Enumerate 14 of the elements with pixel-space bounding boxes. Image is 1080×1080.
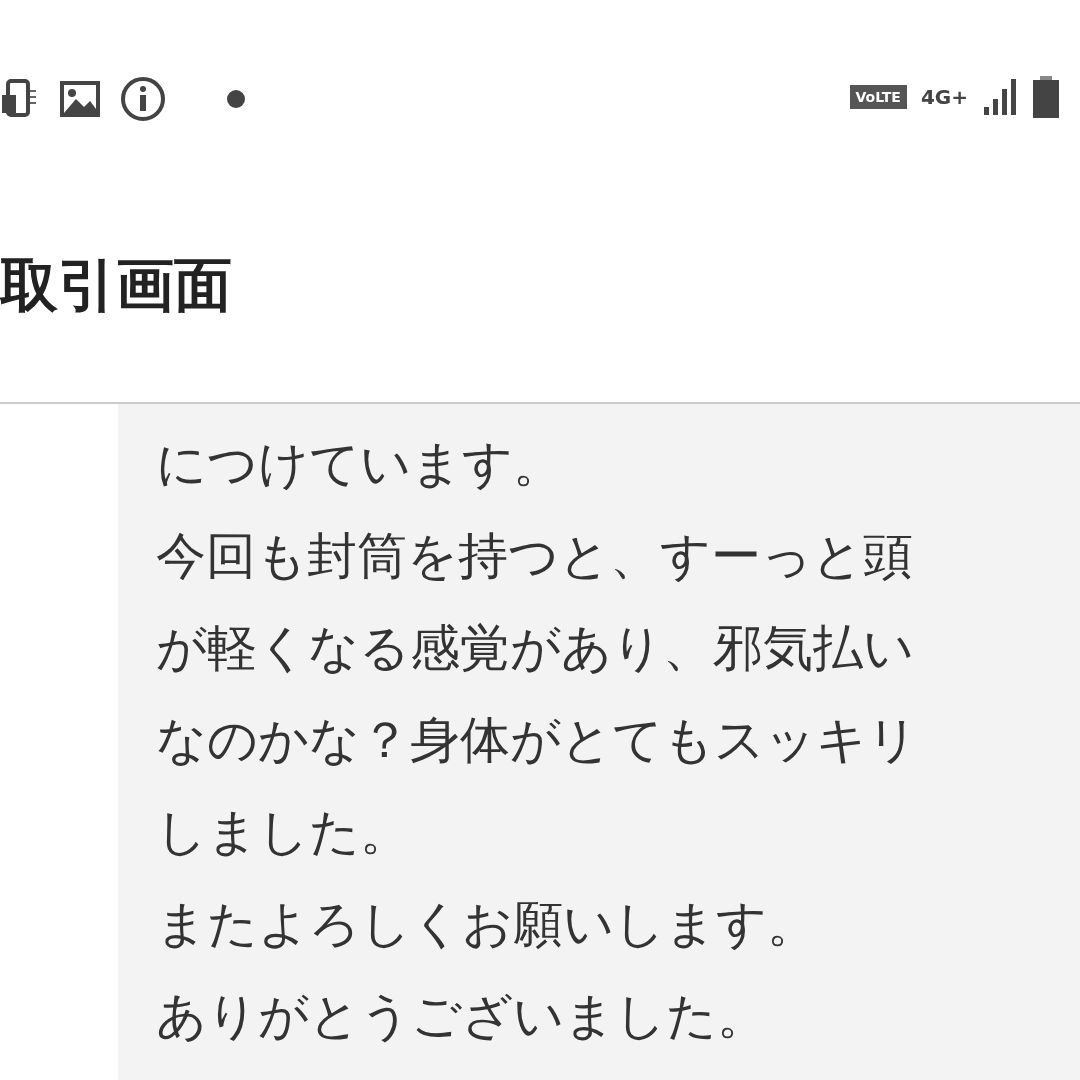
network-type: 4G+: [920, 85, 968, 109]
signal-icon: [982, 77, 1018, 117]
battery-icon: [1032, 76, 1060, 118]
message-line: またよろしくお願いします。: [156, 894, 818, 955]
message-line: ありがとうございました。: [156, 986, 768, 1047]
message-line: 今回も封筒を持つと、すーっと頭: [156, 526, 914, 587]
message-line: が軽くなる感覚があり、邪気払い: [156, 618, 915, 679]
message-line: しました。: [156, 802, 411, 863]
message-line: なのかな？身体がとてもスッキリ: [156, 710, 919, 771]
info-icon: [120, 76, 166, 122]
image-icon: [60, 81, 100, 117]
notification-dot-icon: [226, 89, 246, 109]
volte-badge: VoLTE: [849, 85, 907, 109]
message-line: につけています。: [156, 434, 564, 495]
